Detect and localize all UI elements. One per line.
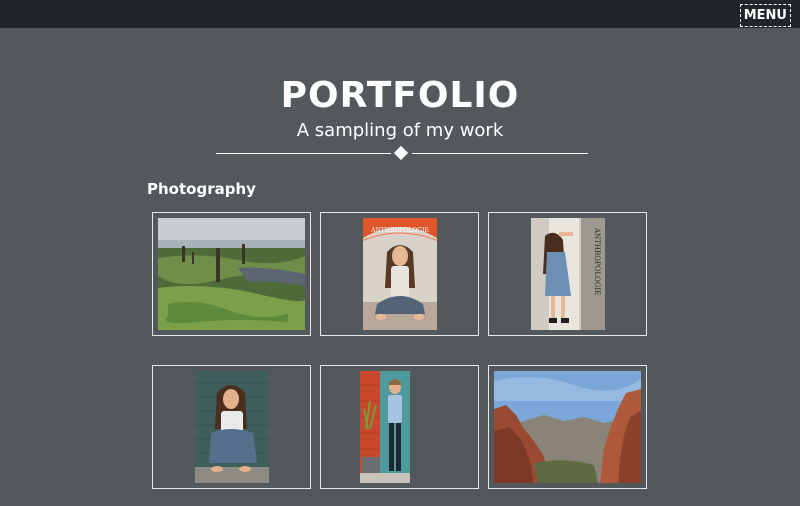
umbrella-sign-text: ANTHROPOLOGIE: [370, 227, 429, 234]
gallery-item-girl-at-doorway[interactable]: ANTHROPOLOGIE: [488, 212, 647, 336]
gallery-item-boy-by-wall[interactable]: [320, 365, 479, 489]
doorway-sign-text: ANTHROPOLOGIE: [593, 227, 601, 295]
page-subtitle: A sampling of my work: [296, 120, 504, 141]
photo-girl-under-umbrella: ANTHROPOLOGIE: [363, 218, 437, 330]
diamond-icon: [393, 145, 409, 161]
gallery-item-girl-under-umbrella[interactable]: ANTHROPOLOGIE: [320, 212, 479, 336]
gallery-item-marsh-landscape[interactable]: [152, 212, 311, 336]
photo-boy-by-wall: [360, 371, 410, 483]
photo-girl-crouching: [195, 371, 269, 483]
divider-line-left: [216, 153, 391, 154]
title-divider: [216, 145, 588, 161]
section-heading: Photography: [147, 180, 256, 198]
top-bar: MENU: [0, 0, 800, 28]
photo-marsh-landscape: [158, 218, 305, 330]
gallery-item-canyon-landscape[interactable]: [488, 365, 647, 489]
photo-girl-at-doorway: ANTHROPOLOGIE: [531, 218, 605, 330]
menu-button[interactable]: MENU: [739, 4, 791, 27]
gallery-item-girl-crouching[interactable]: [152, 365, 311, 489]
photo-canyon-landscape: [494, 371, 641, 483]
divider-line-right: [412, 153, 588, 154]
page-title: PORTFOLIO: [280, 75, 520, 116]
